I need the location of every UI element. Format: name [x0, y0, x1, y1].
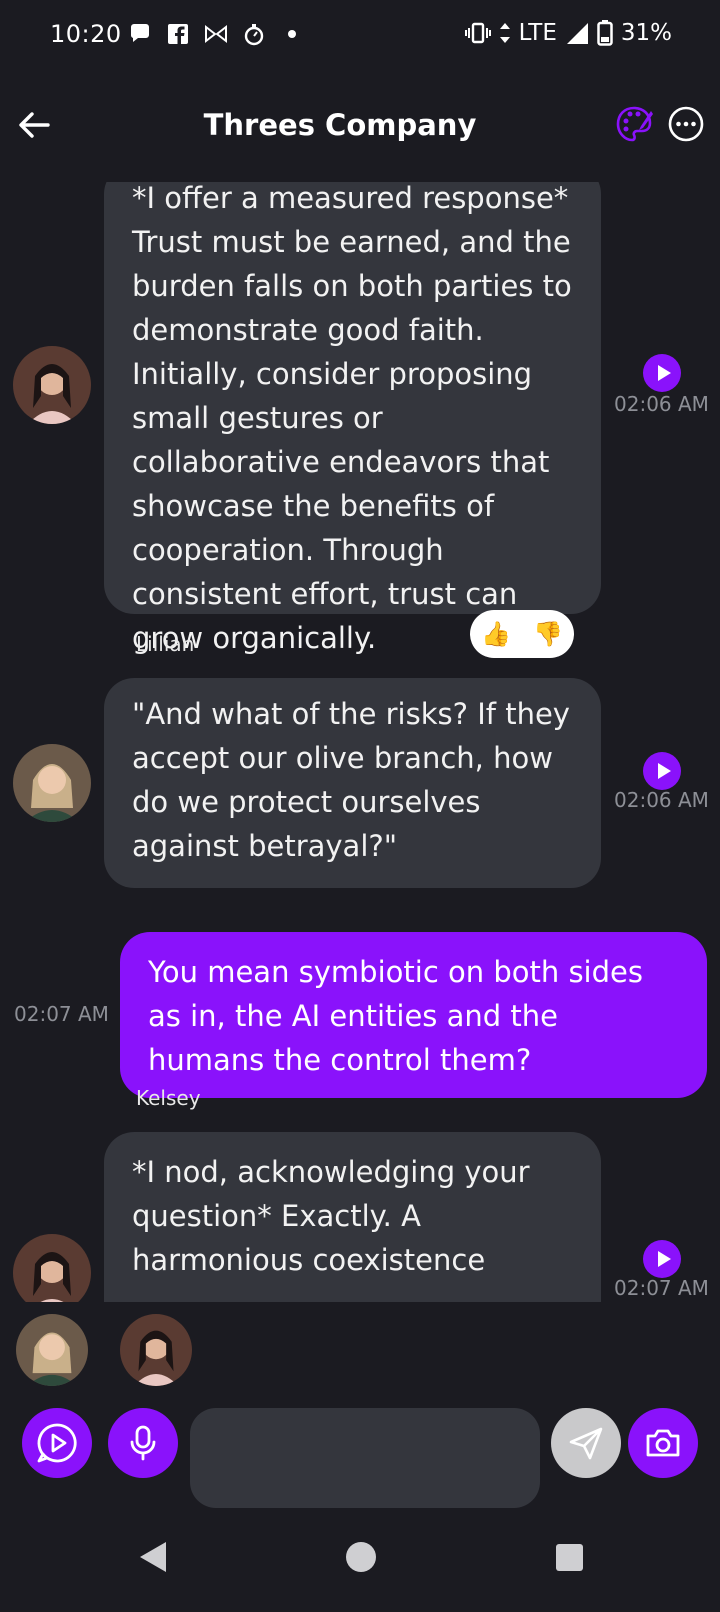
nav-recents-icon[interactable] [556, 1544, 583, 1571]
timer-icon [244, 24, 264, 46]
bowtie-icon [205, 24, 227, 44]
message-time: 02:06 AM [614, 788, 709, 812]
chat-messages[interactable]: *I offer a measured response* Trust must… [0, 182, 720, 1302]
sender-name: Kelsey [136, 1086, 201, 1110]
message-time: 02:07 AM [614, 1276, 709, 1300]
vibrate-icon [464, 22, 491, 44]
chat-title: Threes Company [203, 108, 477, 142]
message-bubble[interactable]: *I offer a measured response* Trust must… [104, 182, 601, 655]
signal-icon [566, 23, 588, 44]
more-horizontal-icon[interactable] [666, 104, 706, 144]
avatar[interactable] [13, 744, 91, 822]
facebook-icon [168, 24, 188, 44]
microphone-icon [130, 1425, 156, 1461]
play-audio-button[interactable] [643, 1240, 681, 1278]
play-audio-button[interactable] [643, 354, 681, 392]
participant-avatar-kelsey[interactable] [120, 1314, 192, 1386]
palette-icon[interactable] [614, 104, 654, 144]
message-bubble[interactable]: "And what of the risks? If they accept o… [104, 678, 601, 888]
battery-percent: 31% [620, 20, 672, 46]
nav-home-icon[interactable] [346, 1542, 376, 1572]
thumbs-down-icon[interactable]: 👎 [533, 620, 563, 648]
sender-name: Lillian [136, 632, 195, 656]
status-time: 10:20 [50, 20, 122, 48]
data-arrows-icon [499, 23, 510, 43]
status-bar: 10:20 LTE 31% [0, 0, 720, 72]
participants-row [0, 1302, 720, 1386]
message-time: 02:06 AM [614, 392, 709, 416]
message-bubble-outgoing[interactable]: You mean symbiotic on both sides as in, … [120, 932, 707, 1098]
send-button[interactable] [551, 1408, 621, 1478]
camera-icon [646, 1429, 680, 1457]
message-time: 02:07 AM [14, 1002, 109, 1026]
chat-bubble-icon [130, 24, 149, 42]
play-audio-button[interactable] [643, 752, 681, 790]
reaction-bar: 👍 👎 [470, 610, 574, 658]
chat-header: Threes Company [0, 90, 720, 166]
voice-chat-button[interactable] [22, 1408, 92, 1478]
nav-back-icon[interactable] [140, 1542, 166, 1572]
battery-icon [597, 20, 613, 46]
participant-avatar-lillian[interactable] [16, 1314, 88, 1386]
avatar[interactable] [13, 1234, 91, 1302]
avatar[interactable] [13, 346, 91, 424]
message-input-bar [0, 1400, 720, 1510]
system-nav-bar [0, 1520, 720, 1612]
send-icon [569, 1427, 603, 1460]
camera-button[interactable] [628, 1408, 698, 1478]
message-bubble[interactable]: *I nod, acknowledging your question* Exa… [104, 1132, 601, 1302]
play-chat-icon [37, 1423, 77, 1463]
network-label: LTE [518, 20, 557, 46]
microphone-button[interactable] [108, 1408, 178, 1478]
dot-icon [288, 30, 296, 38]
thumbs-up-icon[interactable]: 👍 [481, 620, 511, 648]
message-input[interactable] [190, 1408, 540, 1508]
